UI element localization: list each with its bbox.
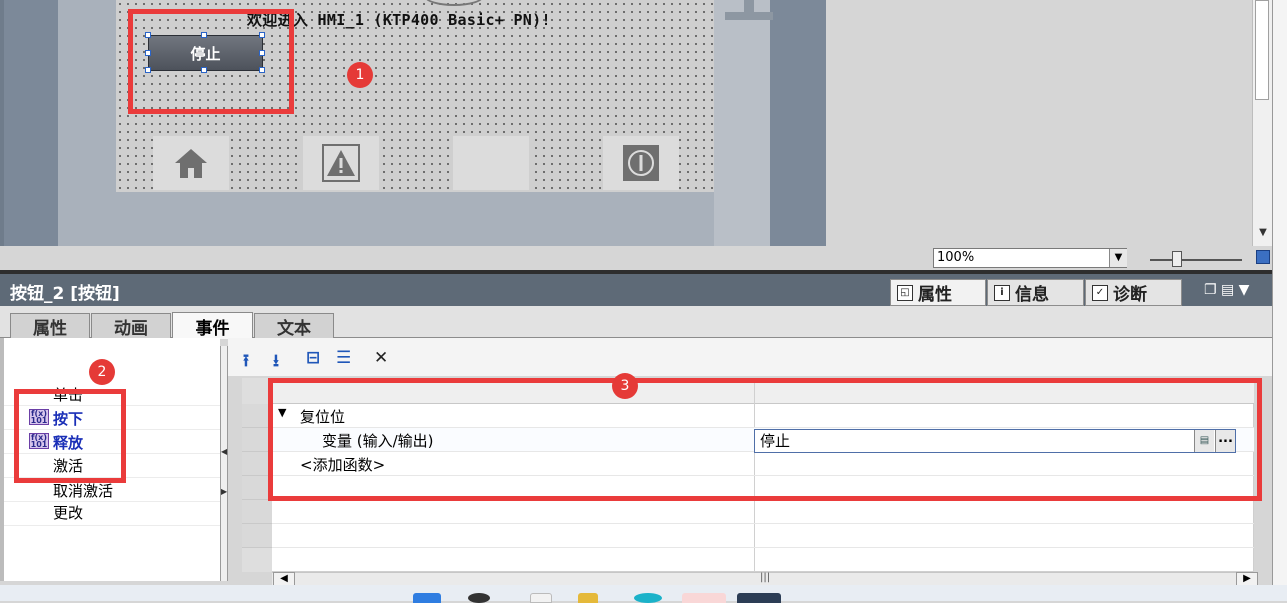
delete-icon[interactable]: ✕ [374,348,388,368]
annotation-badge-3: 3 [612,373,638,399]
tab-info[interactable]: i 信息 [987,279,1084,306]
tab-info-label: 信息 [1015,285,1049,305]
expand-all-icon[interactable]: ⊟ [306,348,320,368]
zoom-fit-icon[interactable] [1256,250,1270,264]
move-down-icon[interactable]: ⭳ [273,348,279,377]
hmi-blank-button[interactable] [453,136,529,190]
info-icon: i [994,284,1010,301]
power-info-icon [623,145,659,181]
scroll-left-icon[interactable]: ◀ [273,572,295,586]
diagnostics-icon: ✓ [1092,284,1108,301]
chevron-down-icon[interactable]: ▼ [1109,249,1127,267]
event-label: 取消激活 [53,482,114,500]
hmi-home-button[interactable] [153,136,229,190]
empty-row [272,524,1254,548]
panel-splitter[interactable] [220,346,228,581]
home-icon [175,149,207,178]
empty-row [272,500,1254,524]
tab-texts[interactable]: 文本 [254,313,334,339]
tab-diagnostics-label: 诊断 [1113,285,1147,305]
scroll-grip-icon[interactable]: ||| [760,572,770,583]
tab-properties[interactable]: ◱ 属性 [890,279,986,306]
scroll-down-icon[interactable]: ▼ [1255,227,1271,245]
hmi-alarm-button[interactable] [303,136,379,190]
side-task-panel[interactable] [1272,0,1287,601]
inspector-title: 按钮_2 [按钮] [10,284,120,304]
tab-properties-label: 属性 [918,285,952,305]
tab-diagnostics[interactable]: ✓ 诊断 [1085,279,1182,306]
collapse-all-icon[interactable]: ☰ [336,348,351,368]
hmi-power-button[interactable] [603,136,679,190]
device-side-panel [714,0,770,246]
scroll-right-icon[interactable]: ▶ [1236,572,1258,586]
annotation-badge-2: 2 [89,359,115,385]
task-view-icon[interactable] [530,593,552,603]
alarm-warning-icon [322,144,360,182]
properties-icon: ◱ [897,284,913,301]
file-explorer-icon[interactable] [578,593,598,603]
annotation-box-3 [268,378,1262,501]
search-icon[interactable] [468,593,490,603]
annotation-box-2 [14,389,126,483]
tia-portal-icon[interactable] [737,593,781,603]
zoom-slider-track[interactable] [1150,259,1242,261]
row-header[interactable] [242,524,272,548]
zoom-slider-handle[interactable] [1172,251,1182,267]
app-icon[interactable] [682,593,726,603]
tab-events[interactable]: 事件 [172,312,253,339]
zoom-select[interactable]: 100% [933,248,1127,268]
move-up-icon[interactable]: ⭱ [243,348,249,377]
event-item-change[interactable]: 更改 [4,502,220,526]
annotation-badge-1: 1 [347,62,373,88]
collapse-left-icon[interactable]: ◀ [221,447,227,459]
expand-right-icon[interactable]: ▶ [221,487,227,499]
browser-icon[interactable] [634,593,662,603]
panel-options-icon[interactable]: ❐ ▤ ▼ [1204,282,1249,298]
device-stand-bar [725,12,773,20]
event-label: 更改 [53,504,84,522]
tab-attributes[interactable]: 属性 [10,313,90,339]
start-icon[interactable] [413,593,441,603]
tab-animations[interactable]: 动画 [91,313,171,339]
row-header[interactable] [242,500,272,524]
editor-scroll-thumb[interactable] [1255,0,1269,100]
annotation-box-1 [128,9,294,114]
editor-empty-area [826,0,1252,246]
